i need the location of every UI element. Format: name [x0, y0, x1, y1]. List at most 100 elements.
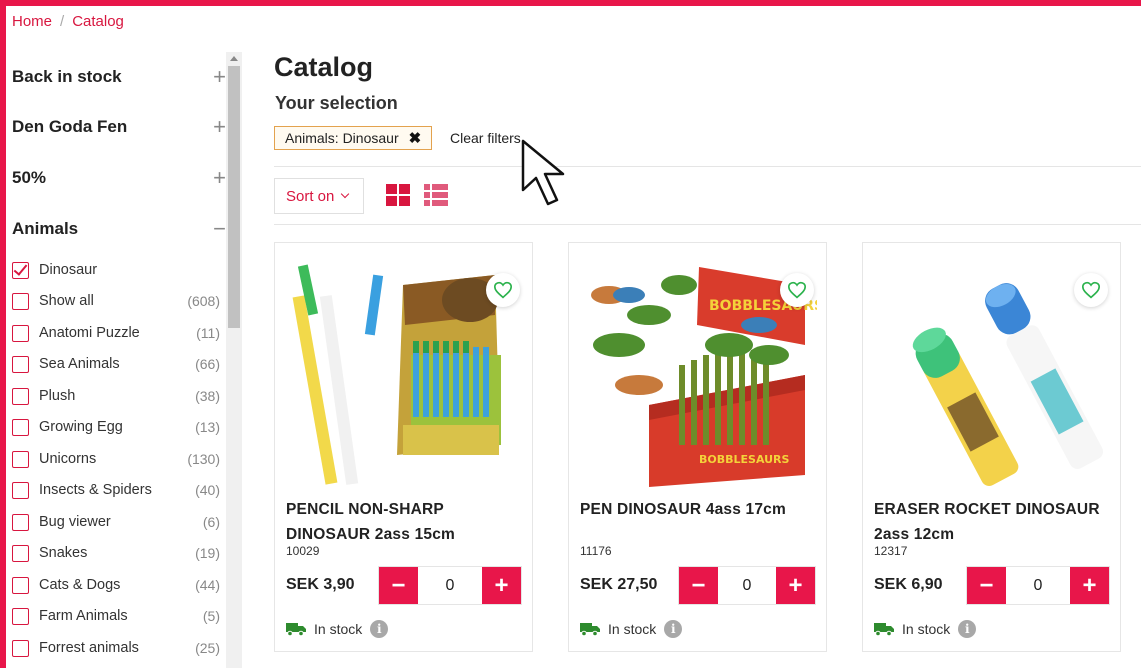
- expand-plus-icon[interactable]: +: [213, 167, 226, 189]
- checkbox[interactable]: [12, 387, 29, 405]
- checkbox-checked[interactable]: [12, 261, 29, 279]
- checkbox[interactable]: [12, 292, 29, 310]
- truck-icon: [580, 623, 600, 636]
- list-view-icon[interactable]: [424, 184, 448, 206]
- product-card[interactable]: PENCIL NON-SHARP DINOSAUR 2ass 15cm 1002…: [274, 242, 533, 652]
- active-filter-label: Animals: Dinosaur: [285, 130, 399, 146]
- filter-option-farm-animals[interactable]: Farm Animals (5): [12, 604, 220, 628]
- filter-option-count: (6): [202, 514, 220, 530]
- filter-option-count: (25): [195, 640, 220, 656]
- product-name[interactable]: ERASER ROCKET DINOSAUR 2ass 12cm: [874, 497, 1106, 547]
- increase-quantity-button[interactable]: +: [1070, 567, 1109, 604]
- active-filter-chip[interactable]: Animals: Dinosaur ✖: [274, 126, 433, 150]
- stock-label: In stock: [314, 621, 363, 637]
- checkbox[interactable]: [12, 418, 29, 436]
- facet-title: Den Goda Fen: [12, 117, 128, 136]
- heart-icon: [1081, 281, 1101, 299]
- scrollbar-thumb[interactable]: [228, 66, 240, 328]
- sort-dropdown[interactable]: Sort on: [274, 178, 364, 214]
- product-price: SEK 27,50: [580, 576, 658, 593]
- filter-option-plush[interactable]: Plush (38): [12, 384, 220, 408]
- info-icon[interactable]: i: [370, 620, 389, 638]
- filter-option-count: (66): [195, 356, 220, 372]
- favorite-heart-icon[interactable]: [1074, 273, 1108, 307]
- expand-plus-icon[interactable]: +: [213, 116, 226, 138]
- product-sku: 11176: [580, 544, 612, 558]
- checkbox[interactable]: [12, 544, 29, 562]
- breadcrumb-separator: /: [60, 13, 65, 30]
- checkbox[interactable]: [12, 481, 29, 499]
- product-card[interactable]: BOBBLESAURS BOBBLESAURS PEN DINOSAUR 4as…: [568, 242, 827, 652]
- decrease-quantity-button[interactable]: −: [679, 567, 718, 604]
- truck-icon: [286, 623, 306, 636]
- filter-option-label: Forrest animals: [39, 640, 139, 656]
- facet-back-in-stock[interactable]: Back in stock +: [12, 62, 226, 92]
- heart-icon: [787, 281, 807, 299]
- checkbox[interactable]: [12, 639, 29, 657]
- facet-den-goda-fen[interactable]: Den Goda Fen +: [12, 112, 226, 142]
- favorite-heart-icon[interactable]: [780, 273, 814, 307]
- info-icon[interactable]: i: [958, 620, 977, 638]
- checkbox[interactable]: [12, 576, 29, 594]
- filter-option-unicorns[interactable]: Unicorns (130): [12, 447, 220, 471]
- increase-quantity-button[interactable]: +: [776, 567, 815, 604]
- filter-option-count: (38): [195, 388, 220, 404]
- selection-heading: Your selection: [275, 93, 398, 113]
- decrease-quantity-button[interactable]: −: [967, 567, 1006, 604]
- filter-option-bug-viewer[interactable]: Bug viewer (6): [12, 510, 220, 534]
- remove-filter-icon[interactable]: ✖: [409, 129, 422, 147]
- filter-option-label: Show all: [39, 293, 94, 309]
- facet-title: 50%: [12, 168, 47, 187]
- filter-option-label: Unicorns: [39, 451, 97, 467]
- product-sku: 10029: [286, 544, 320, 558]
- sidebar-scrollbar[interactable]: [226, 52, 242, 668]
- page-title: Catalog: [274, 52, 374, 82]
- filter-option-forrest-animals[interactable]: Forrest animals (25): [12, 636, 220, 660]
- sort-label: Sort on: [286, 187, 335, 205]
- filter-sidebar: Back in stock + Den Goda Fen + 50% + Ani…: [6, 52, 242, 668]
- filter-option-anatomi-puzzle[interactable]: Anatomi Puzzle (11): [12, 321, 220, 345]
- collapse-minus-icon[interactable]: −: [213, 218, 226, 240]
- increase-quantity-button[interactable]: +: [482, 567, 521, 604]
- heart-icon: [493, 281, 513, 299]
- checkbox[interactable]: [12, 513, 29, 531]
- filter-option-dinosaur[interactable]: Dinosaur: [12, 258, 220, 282]
- expand-plus-icon[interactable]: +: [213, 66, 226, 88]
- checkbox[interactable]: [12, 324, 29, 342]
- checkbox[interactable]: [12, 450, 29, 468]
- quantity-input[interactable]: 0: [418, 567, 482, 604]
- filter-option-growing-egg[interactable]: Growing Egg (13): [12, 415, 220, 439]
- checkbox[interactable]: [12, 607, 29, 625]
- stock-status: In stock i: [580, 620, 683, 638]
- product-name[interactable]: PEN DINOSAUR 4ass 17cm: [580, 497, 812, 522]
- grid-view-icon[interactable]: [386, 184, 410, 206]
- svg-text:BOBBLESAURS: BOBBLESAURS: [699, 453, 790, 466]
- breadcrumb-home-link[interactable]: Home: [12, 13, 52, 30]
- filter-option-sea-animals[interactable]: Sea Animals (66): [12, 352, 220, 376]
- decrease-quantity-button[interactable]: −: [379, 567, 418, 604]
- filter-option-label: Growing Egg: [39, 419, 123, 435]
- filter-option-show-all[interactable]: Show all (608): [12, 289, 220, 313]
- facet-animals[interactable]: Animals −: [12, 214, 226, 244]
- facet-title: Animals: [12, 219, 79, 238]
- filter-option-label: Sea Animals: [39, 356, 120, 372]
- filter-option-count: (5): [202, 608, 220, 624]
- product-sku: 12317: [874, 544, 908, 558]
- scroll-up-arrow-icon[interactable]: [230, 56, 238, 61]
- facet-50-percent[interactable]: 50% +: [12, 163, 226, 193]
- checkbox[interactable]: [12, 355, 29, 373]
- filter-option-cats-dogs[interactable]: Cats & Dogs (44): [12, 573, 220, 597]
- filter-option-label: Dinosaur: [39, 262, 98, 278]
- breadcrumb-catalog-link[interactable]: Catalog: [72, 13, 124, 30]
- favorite-heart-icon[interactable]: [486, 273, 520, 307]
- divider: [274, 166, 1141, 167]
- filter-option-count: (44): [195, 577, 220, 593]
- filter-option-snakes[interactable]: Snakes (19): [12, 541, 220, 565]
- clear-filters-link[interactable]: Clear filters: [450, 130, 521, 146]
- filter-option-insects-spiders[interactable]: Insects & Spiders (40): [12, 478, 220, 502]
- info-icon[interactable]: i: [664, 620, 683, 638]
- product-card[interactable]: ERASER ROCKET DINOSAUR 2ass 12cm 12317 S…: [862, 242, 1121, 652]
- quantity-input[interactable]: 0: [1006, 567, 1070, 604]
- quantity-input[interactable]: 0: [718, 567, 776, 604]
- product-name[interactable]: PENCIL NON-SHARP DINOSAUR 2ass 15cm: [286, 497, 518, 547]
